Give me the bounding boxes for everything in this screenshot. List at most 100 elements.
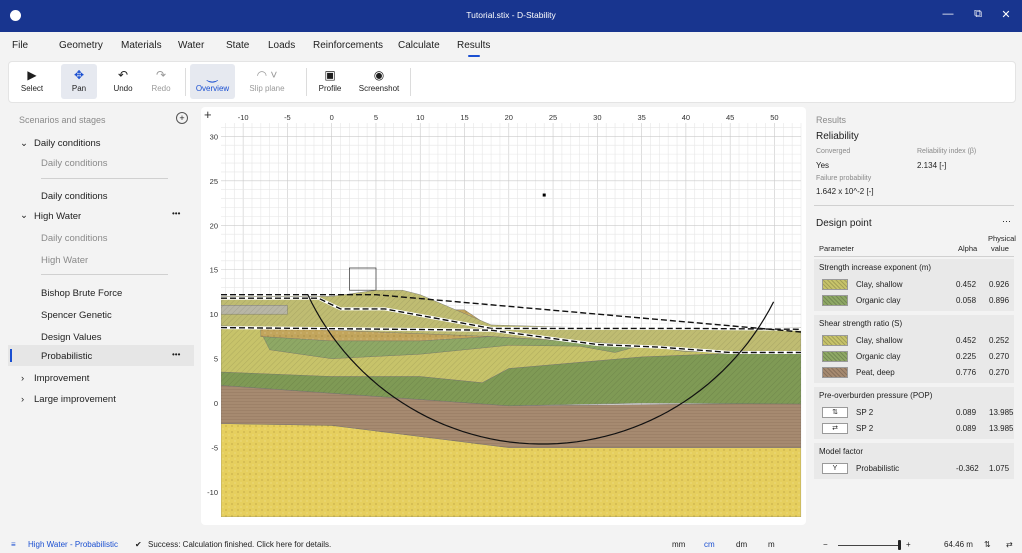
x-tick-label: 15 — [460, 113, 468, 122]
stage-high-water[interactable]: High Water — [41, 255, 88, 266]
x-tick-label: 50 — [770, 113, 778, 122]
window-title: Tutorial.stix - D-Stability — [466, 10, 556, 20]
geometry-canvas[interactable]: -10 -5 0 5 10 15 20 25 30 35 40 45 50 30 25 20 15 10 5 0 -5-… — [201, 107, 806, 525]
y-tick-label: 25 — [210, 177, 218, 186]
calculation-probabilistic[interactable]: Probabilistic ••• — [8, 345, 194, 366]
collapse-chevron-icon[interactable]: › — [21, 394, 24, 405]
alpha-value: 0.225 — [956, 352, 977, 361]
yd-icon: Y — [822, 463, 848, 474]
minimize-button[interactable]: — — [940, 8, 956, 20]
alpha-value: -0.362 — [956, 464, 979, 473]
breadcrumb[interactable]: High Water - Probabilistic — [28, 540, 118, 549]
parameter-label: SP 2 — [856, 408, 874, 417]
alpha-value: 0.452 — [956, 336, 977, 345]
menu-loads[interactable]: Loads — [268, 40, 295, 51]
expand-chevron-icon[interactable]: ⌄ — [20, 210, 28, 221]
undo-button[interactable]: ↶ Undo — [107, 64, 139, 99]
divider — [814, 205, 1014, 206]
parameter-label: Clay, shallow — [856, 336, 903, 345]
menu-calculate[interactable]: Calculate — [398, 40, 440, 51]
scenario-high-water[interactable]: High Water — [34, 211, 81, 222]
overview-button[interactable]: ⏝ Overview — [190, 64, 235, 99]
stage-daily-conditions[interactable]: Daily conditions — [41, 233, 108, 244]
zoom-slider[interactable] — [838, 545, 900, 546]
zoom-in-icon[interactable]: + — [906, 540, 911, 549]
scenario-daily-conditions[interactable]: Daily conditions — [34, 138, 101, 149]
more-options-icon[interactable]: ⋯ — [1002, 216, 1011, 227]
failure-probability-value: 1.642 x 10^-2 [-] — [816, 187, 874, 196]
y-tick-label: 10 — [210, 310, 218, 319]
y-tick-label: 30 — [210, 132, 218, 141]
profile-button[interactable]: ▣ Profile — [312, 64, 348, 99]
group-title: Strength increase exponent (m) — [819, 263, 932, 272]
x-tick-label: 5 — [374, 113, 378, 122]
zoom-out-icon[interactable]: − — [823, 540, 828, 549]
ribbon-toolbar: ▶ Select ✥ Pan ↶ Undo ↷ Redo ⏝ Overview … — [8, 61, 1016, 103]
reliability-heading: Reliability — [816, 131, 859, 142]
col-value: value — [991, 244, 1009, 253]
profile-icon: ▣ — [324, 68, 336, 82]
menu-geometry[interactable]: Geometry — [59, 40, 103, 51]
expand-chevron-icon[interactable]: ⌄ — [20, 138, 28, 149]
calculation-bishop-brute-force[interactable]: Bishop Brute Force — [41, 288, 122, 299]
physical-value: 0.270 — [989, 368, 1010, 377]
group-title: Pre-overburden pressure (POP) — [819, 391, 933, 400]
pop-up-icon: ⇅ — [822, 407, 848, 418]
stage-daily-conditions[interactable]: Daily conditions — [41, 158, 108, 169]
scenario-improvement[interactable]: Improvement — [34, 373, 89, 384]
results-heading: Results — [816, 115, 847, 125]
success-check-icon: ✔ — [135, 540, 142, 549]
sort-icon[interactable]: ⇅ — [984, 540, 991, 549]
menu-materials[interactable]: Materials — [121, 40, 162, 51]
menu-state[interactable]: State — [226, 40, 249, 51]
menu-results[interactable]: Results — [457, 40, 490, 57]
stage-list-icon[interactable]: ≡ — [11, 540, 16, 549]
calculation-spencer-genetic[interactable]: Spencer Genetic — [41, 310, 112, 321]
material-swatch-icon — [822, 279, 848, 290]
load-box — [349, 267, 377, 291]
more-options-icon[interactable]: ••• — [172, 209, 180, 218]
parameter-label: Probabilistic — [856, 464, 900, 473]
redo-button[interactable]: ↷ Redo — [145, 64, 177, 99]
parameter-label: Clay, shallow — [856, 280, 903, 289]
toolbar-separator — [185, 68, 186, 96]
calculation-design-values[interactable]: Design Values — [41, 332, 102, 343]
geometry-view[interactable]: -10 -5 0 5 10 15 20 25 30 35 40 45 50302520151050-5-… — [201, 107, 806, 525]
calculation-label: Probabilistic — [41, 351, 93, 362]
alpha-value: 0.452 — [956, 280, 977, 289]
pan-button[interactable]: ✥ Pan — [61, 64, 97, 99]
zoom-plus-icon[interactable]: + — [204, 107, 212, 122]
physical-value: 0.896 — [989, 296, 1010, 305]
unit-mm[interactable]: mm — [672, 540, 685, 549]
x-tick-label: 10 — [416, 113, 424, 122]
divider — [41, 274, 168, 275]
status-message[interactable]: Success: Calculation finished. Click her… — [148, 540, 331, 549]
screenshot-button[interactable]: ◉ Screenshot — [354, 64, 404, 99]
alpha-value: 0.089 — [956, 424, 977, 433]
unit-m[interactable]: m — [768, 540, 775, 549]
collapse-chevron-icon[interactable]: › — [21, 373, 24, 384]
restore-button[interactable]: ⧉ — [970, 8, 986, 21]
panel-heading: Scenarios and stages — [19, 115, 106, 125]
menu-file[interactable]: File — [12, 40, 28, 51]
close-button[interactable]: ✕ — [998, 8, 1014, 21]
menu-water[interactable]: Water — [178, 40, 204, 51]
swap-icon[interactable]: ⇄ — [1006, 540, 1013, 549]
unit-dm[interactable]: dm — [736, 540, 747, 549]
calculation-daily-conditions[interactable]: Daily conditions — [41, 191, 108, 202]
add-scenario-icon[interactable]: + — [176, 112, 188, 124]
reliability-index-label: Reliability index (β) — [917, 148, 977, 155]
scenario-large-improvement[interactable]: Large improvement — [34, 394, 116, 405]
slip-plane-icon: ◠ ˅ — [256, 68, 278, 82]
select-button[interactable]: ▶ Select — [13, 64, 51, 99]
slip-plane-button[interactable]: ◠ ˅ Slip plane — [239, 64, 295, 99]
more-options-icon[interactable]: ••• — [172, 350, 180, 359]
status-bar: ≡ High Water - Probabilistic ✔ Success: … — [0, 535, 1022, 553]
col-parameter: Parameter — [819, 244, 855, 253]
zoom-slider-thumb[interactable] — [898, 540, 901, 550]
unit-cm[interactable]: cm — [704, 540, 715, 549]
y-tick-label: -5 — [211, 444, 218, 453]
physical-value: 1.075 — [989, 464, 1010, 473]
menu-reinforcements[interactable]: Reinforcements — [313, 40, 383, 51]
redo-icon: ↷ — [155, 68, 167, 82]
